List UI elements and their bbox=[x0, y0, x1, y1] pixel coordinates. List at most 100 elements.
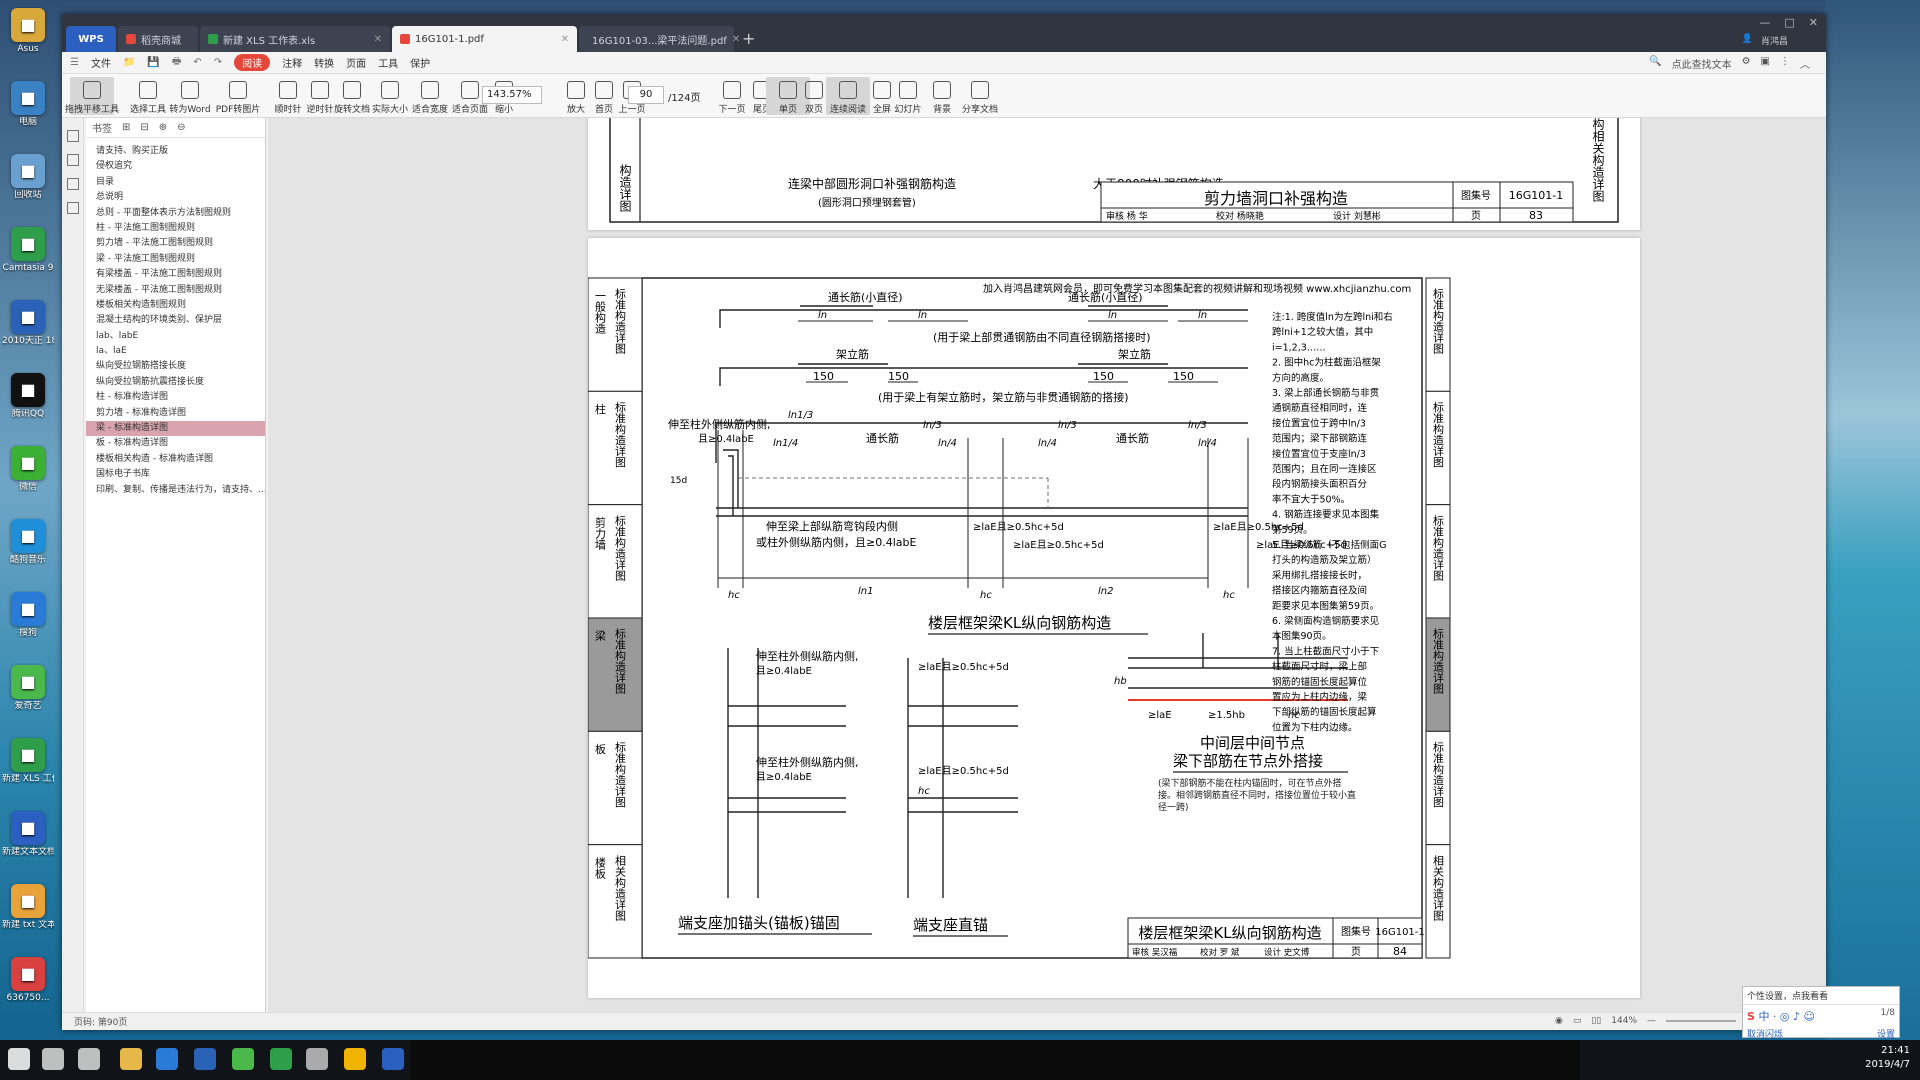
print-icon[interactable]: 🖶 bbox=[172, 54, 181, 71]
bookmark-item[interactable]: 楼板相关构造制图规则 bbox=[86, 298, 265, 313]
undo-icon[interactable]: ↶ bbox=[193, 57, 201, 68]
desktop-icon[interactable]: ■ 爱奇艺 bbox=[2, 665, 54, 711]
menu-protect[interactable]: 保护 bbox=[410, 55, 430, 70]
annotation-panel-icon[interactable] bbox=[67, 178, 79, 190]
zoom-slider[interactable] bbox=[1666, 1020, 1736, 1022]
bookmark-item[interactable]: 梁 - 平法施工图制图规则 bbox=[86, 252, 265, 267]
ime-toolbar[interactable]: S 中 · ◎ ♪ ☺ 1/8 bbox=[1743, 1005, 1899, 1027]
close-button[interactable]: ✕ bbox=[1809, 16, 1818, 29]
close-tab-icon[interactable]: ✕ bbox=[561, 34, 569, 45]
bookmark-item[interactable]: 印刷、复制、传播是违法行为，请支持、... bbox=[86, 483, 265, 498]
close-tab-icon[interactable]: ✕ bbox=[732, 34, 740, 45]
menu-convert[interactable]: 转换 bbox=[314, 55, 334, 70]
comment-icon[interactable]: ▣ bbox=[1761, 56, 1770, 71]
find-text-link[interactable]: 点此查找文本 bbox=[1672, 56, 1732, 71]
delete-bookmark-icon[interactable]: ⊖ bbox=[177, 122, 185, 133]
tab-2[interactable]: 新建 XLS 工作表.xls ✕ bbox=[200, 26, 390, 52]
collapse-all-icon[interactable]: ⊟ bbox=[140, 122, 148, 133]
menu-page[interactable]: 页面 bbox=[346, 55, 366, 70]
menu-read[interactable]: 阅读 bbox=[234, 54, 271, 71]
desktop-icon[interactable]: ■ 新建文本文档 bbox=[2, 811, 54, 857]
tool-7[interactable]: 实际大小 bbox=[368, 77, 412, 115]
add-bookmark-icon[interactable]: ⊕ bbox=[159, 122, 167, 133]
search-icon[interactable]: 🔍 bbox=[1649, 56, 1661, 71]
desktop-icon[interactable]: ■ Asus bbox=[2, 8, 54, 54]
tab-3[interactable]: 16G101-1.pdf ✕ bbox=[392, 26, 577, 52]
bookmark-item[interactable]: 剪力墙 - 平法施工图制图规则 bbox=[86, 236, 265, 251]
ime-tip[interactable]: 个性设置，点我看看 bbox=[1743, 987, 1899, 1005]
expand-icon[interactable]: ⊞ bbox=[122, 122, 130, 133]
bookmark-item[interactable]: 剪力墙 - 标准构造详图 bbox=[86, 406, 265, 421]
tab-0[interactable]: WPS bbox=[66, 26, 116, 52]
search-icon[interactable] bbox=[42, 1048, 64, 1070]
desktop-icon[interactable]: ■ 新建 XLS 工作表 bbox=[2, 738, 54, 784]
tool-2[interactable]: 转为Word bbox=[168, 77, 212, 115]
bookmark-item[interactable]: la、laE bbox=[86, 344, 265, 359]
document-view[interactable]: 构造详图 连梁中部圆形洞口补强钢筋构造 (圆形洞口预埋钢套管) 大于800时补强… bbox=[268, 118, 1826, 1012]
bookmark-item[interactable]: 混凝土结构的环境类别、保护层 bbox=[86, 313, 265, 328]
new-tab-button[interactable]: + bbox=[742, 29, 755, 48]
sogou-icon[interactable] bbox=[156, 1048, 178, 1070]
task-view-icon[interactable] bbox=[78, 1048, 100, 1070]
tab-4[interactable]: 16G101-03...梁平法问题.pdf ✕ bbox=[579, 26, 740, 52]
desktop-icon[interactable]: ■ 636750... bbox=[2, 957, 54, 1003]
cad-icon[interactable] bbox=[194, 1048, 216, 1070]
desktop-icon[interactable]: ■ 新建 txt 文本文档 bbox=[2, 884, 54, 930]
menu-file[interactable]: 文件 bbox=[91, 55, 111, 70]
desktop-icon[interactable]: ■ 腾讯QQ bbox=[2, 373, 54, 419]
file-explorer-icon[interactable] bbox=[120, 1048, 142, 1070]
menu-annotate[interactable]: 注释 bbox=[282, 55, 302, 70]
bookmark-item[interactable]: 侵权追究 bbox=[86, 159, 265, 174]
bookmark-item[interactable]: 无梁楼盖 - 平法施工图制图规则 bbox=[86, 283, 265, 298]
minimize-button[interactable]: — bbox=[1759, 16, 1770, 29]
tab-1[interactable]: 稻壳商城 bbox=[118, 26, 198, 52]
windows-start-icon[interactable] bbox=[8, 1048, 30, 1070]
save-icon[interactable]: 💾 bbox=[147, 57, 159, 68]
bookmark-item[interactable]: 板 - 标准构造详图 bbox=[86, 436, 265, 451]
hamburger-icon[interactable]: ☰ bbox=[70, 57, 79, 68]
zoom-input[interactable]: 143.57% bbox=[482, 86, 542, 104]
desktop-icon[interactable]: ■ 微信 bbox=[2, 446, 54, 492]
page-number-input[interactable]: 90 bbox=[628, 86, 664, 104]
bookmark-item[interactable]: 目录 bbox=[86, 175, 265, 190]
bookmark-item[interactable]: 楼板相关构造 - 标准构造详图 bbox=[86, 452, 265, 467]
system-tray[interactable]: 21:41 2019/4/7 bbox=[1865, 1044, 1910, 1072]
tool-3[interactable]: PDF转图片 bbox=[216, 77, 260, 115]
desktop-icon[interactable]: ■ Camtasia 9 bbox=[2, 227, 54, 273]
menu-tools[interactable]: 工具 bbox=[378, 55, 398, 70]
user-account[interactable]: 👤 肖鸿昌 bbox=[1742, 34, 1788, 47]
tool-22[interactable]: 分享文档 bbox=[958, 77, 1002, 115]
tool-1[interactable]: 选择工具 bbox=[126, 77, 170, 115]
bookmark-item[interactable]: 纵向受拉钢筋搭接长度 bbox=[86, 359, 265, 374]
bookmark-item[interactable]: 梁 - 标准构造详图 bbox=[86, 421, 265, 437]
media-icon[interactable] bbox=[306, 1048, 328, 1070]
zoom-out-icon[interactable]: — bbox=[1647, 1016, 1656, 1026]
desktop-icon[interactable]: ■ 搜狗 bbox=[2, 592, 54, 638]
collapse-icon[interactable]: ︿ bbox=[1800, 56, 1810, 71]
eye-icon[interactable]: ◉ bbox=[1555, 1016, 1563, 1026]
bookmark-item[interactable]: 请支持、购买正版 bbox=[86, 144, 265, 159]
single-page-view-icon[interactable]: ▭ bbox=[1573, 1016, 1582, 1026]
bookmark-item[interactable]: 纵向受拉钢筋抗震搭接长度 bbox=[86, 375, 265, 390]
desktop-icon[interactable]: ■ 电脑 bbox=[2, 81, 54, 127]
close-tab-icon[interactable]: ✕ bbox=[374, 34, 382, 45]
settings-icon[interactable]: ⚙ bbox=[1742, 56, 1751, 71]
wps-icon[interactable] bbox=[382, 1048, 404, 1070]
tool-8[interactable]: 适合宽度 bbox=[408, 77, 452, 115]
double-page-view-icon[interactable]: ▯▯ bbox=[1591, 1016, 1601, 1026]
redo-icon[interactable]: ↷ bbox=[214, 57, 222, 68]
maximize-button[interactable]: □ bbox=[1784, 16, 1794, 29]
iqiyi-icon[interactable] bbox=[232, 1048, 254, 1070]
bookmark-item[interactable]: 有梁楼盖 - 平法施工图制图规则 bbox=[86, 267, 265, 282]
bookmark-item[interactable]: 柱 - 平法施工图制图规则 bbox=[86, 221, 265, 236]
bookmark-item[interactable]: 柱 - 标准构造详图 bbox=[86, 390, 265, 405]
tool-0[interactable]: 拖拽平移工具 bbox=[65, 77, 119, 115]
open-icon[interactable]: 📁 bbox=[123, 57, 135, 68]
bookmark-panel-icon[interactable] bbox=[67, 130, 79, 142]
bookmark-item[interactable]: 总则 - 平面整体表示方法制图规则 bbox=[86, 206, 265, 221]
desktop-icon[interactable]: ■ 回收站 bbox=[2, 154, 54, 200]
more-icon[interactable]: ⋮ bbox=[1780, 56, 1790, 71]
camtasia-icon[interactable] bbox=[270, 1048, 292, 1070]
thumbnail-panel-icon[interactable] bbox=[67, 154, 79, 166]
search-panel-icon[interactable] bbox=[67, 202, 79, 214]
